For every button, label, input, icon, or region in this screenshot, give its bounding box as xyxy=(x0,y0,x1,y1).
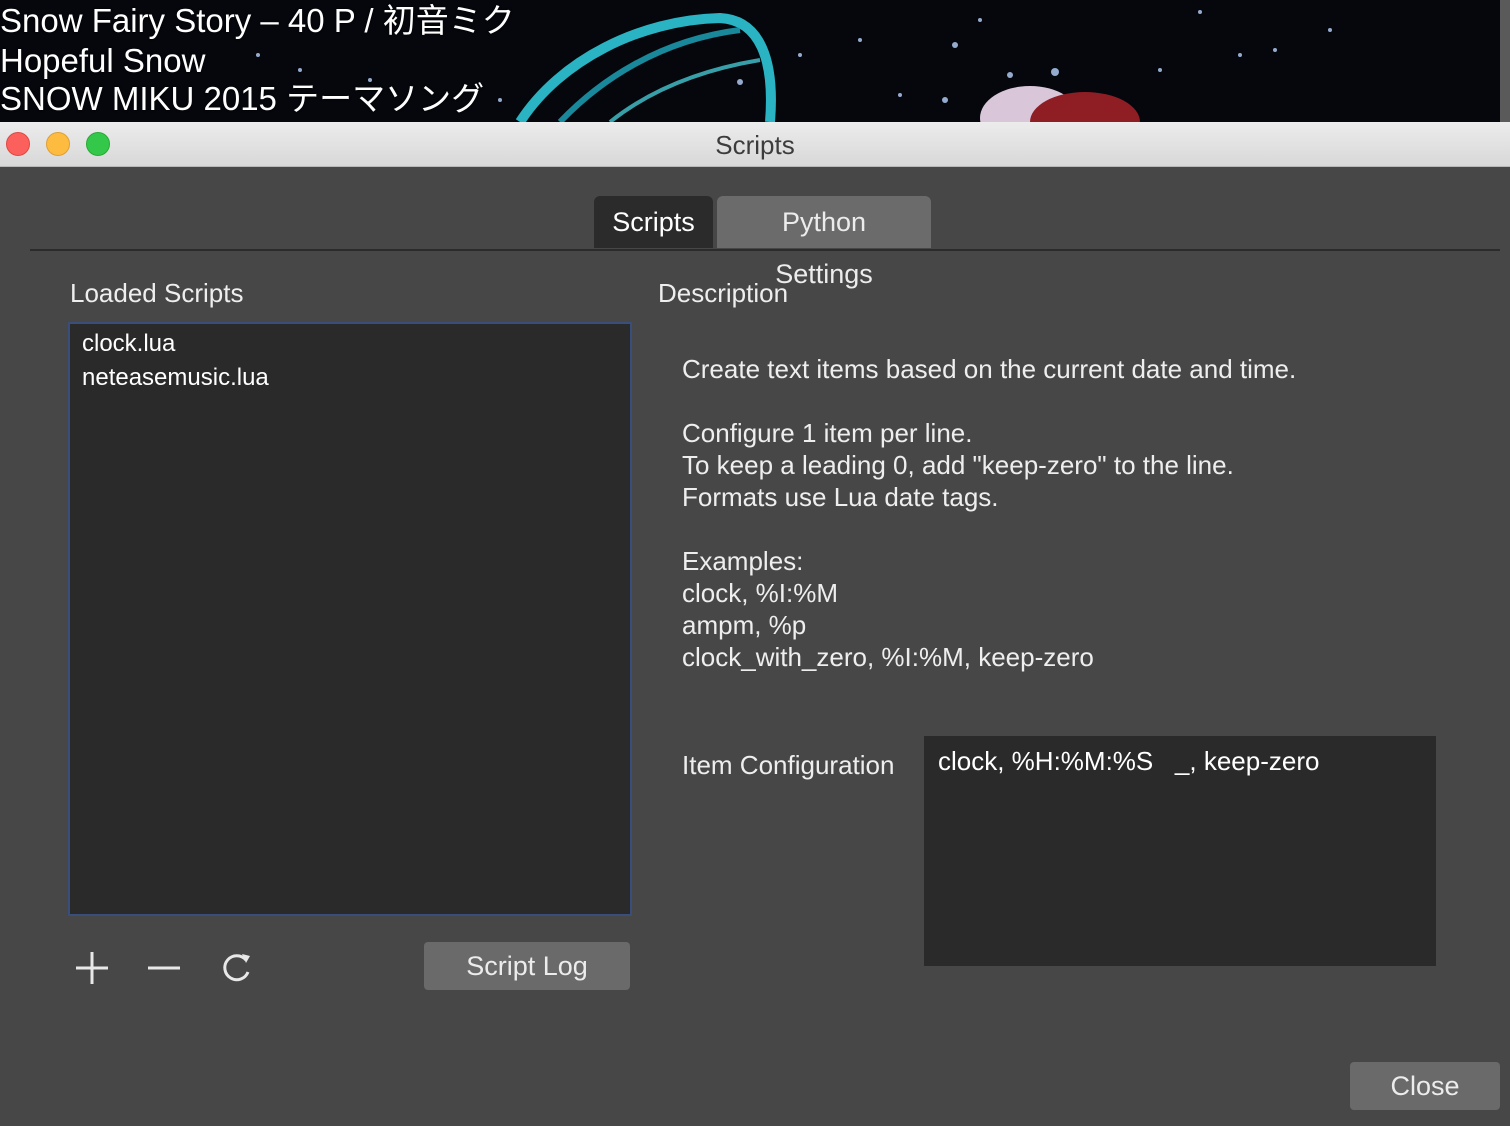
description-text: clock, %I:%M xyxy=(682,578,839,608)
song-subtitle-line: Hopeful Snow xyxy=(0,42,206,79)
loaded-scripts-heading: Loaded Scripts xyxy=(70,278,244,308)
list-item[interactable]: clock.lua xyxy=(82,330,175,358)
plus-icon xyxy=(76,952,108,984)
reload-scripts-button[interactable] xyxy=(216,948,256,988)
description-text: Formats use Lua date tags. xyxy=(682,482,999,512)
background-scrollbar xyxy=(1500,0,1510,122)
item-configuration-label: Item Configuration xyxy=(682,750,895,780)
script-log-button[interactable]: Script Log xyxy=(424,942,630,990)
item-configuration-field[interactable]: clock, %H:%M:%S _, keep-zero xyxy=(924,736,1436,966)
loaded-scripts-list[interactable]: clock.lua neteasemusic.lua xyxy=(68,322,632,916)
tab-python-settings[interactable]: Python Settings xyxy=(717,196,931,289)
description-text: Configure 1 item per line. xyxy=(682,418,973,448)
description-heading: Description xyxy=(658,278,789,308)
song-theme-line: SNOW MIKU 2015 テーマソング xyxy=(0,80,485,117)
list-item[interactable]: neteasemusic.lua xyxy=(82,364,269,392)
description-text: ampm, %p xyxy=(682,610,807,640)
window-title: Scripts xyxy=(715,130,795,160)
description-text: clock_with_zero, %I:%M, keep-zero xyxy=(682,642,1094,672)
description-text: Examples: xyxy=(682,546,804,576)
add-script-button[interactable] xyxy=(72,948,112,988)
reload-icon xyxy=(223,954,250,982)
close-button[interactable]: Close xyxy=(1350,1062,1500,1110)
minus-icon xyxy=(148,966,180,970)
tab-bar: Scripts Python Settings xyxy=(594,196,931,289)
remove-script-button[interactable] xyxy=(144,948,184,988)
description-text: Create text items based on the current d… xyxy=(682,354,1297,384)
scripts-window: Scripts Scripts Python Settings Loaded S… xyxy=(0,122,1510,1126)
description-text: To keep a leading 0, add "keep-zero" to … xyxy=(682,450,1234,480)
background-preview: Snow Fairy Story – 40 P / 初音ミク Hopeful S… xyxy=(0,0,1510,122)
tab-scripts[interactable]: Scripts xyxy=(594,196,713,248)
item-configuration-value[interactable]: clock, %H:%M:%S _, keep-zero xyxy=(938,746,1319,777)
title-bar[interactable]: Scripts xyxy=(0,122,1510,167)
tab-divider xyxy=(30,249,1500,251)
song-title-line: Snow Fairy Story – 40 P / 初音ミク xyxy=(0,2,515,39)
